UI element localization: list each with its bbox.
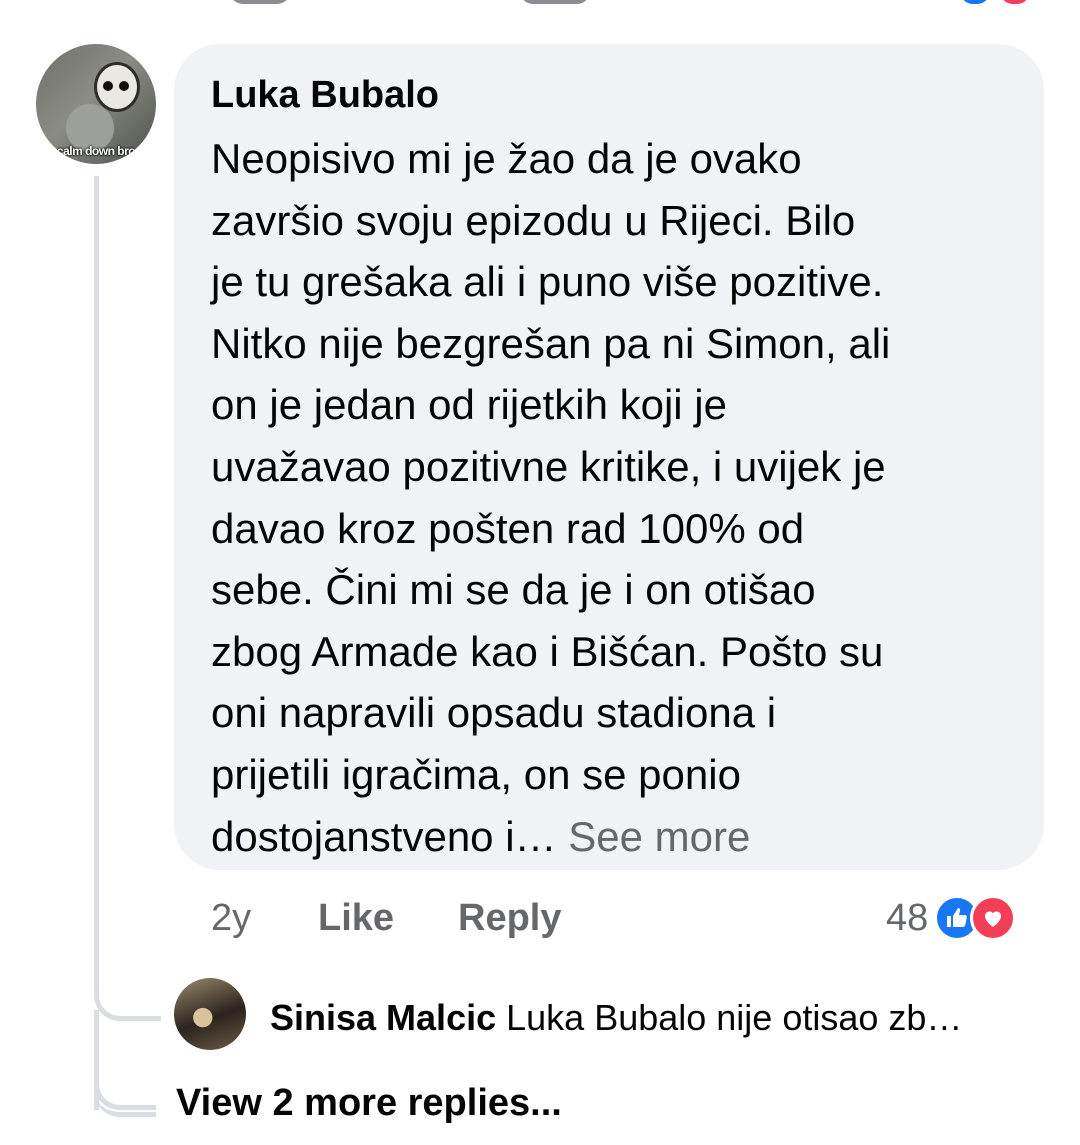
reply-preview[interactable]: Sinisa Malcic Luka Bubalo nije otisao zb… xyxy=(270,994,1060,1042)
comment-line: Nitko nije bezgrešan pa ni Simon, ali xyxy=(211,319,891,367)
comment-line: Neopisivo mi je žao da je ovako xyxy=(211,135,802,182)
comment-line: sebe. Čini mi se da je i on otišao xyxy=(211,566,816,614)
reply-author[interactable]: Sinisa Malcic xyxy=(270,997,496,1038)
view-more-replies-button[interactable]: View 2 more replies... xyxy=(176,1078,562,1128)
reaction-count: 48 xyxy=(886,897,929,939)
comment-line: dostojanstveno i… xyxy=(211,812,557,860)
reply-avatar[interactable] xyxy=(174,978,246,1050)
like-button[interactable]: Like xyxy=(318,892,394,944)
comment-line: on je jedan od rijetkih koji je xyxy=(211,381,727,429)
comment-line: zbog Armade kao i Bišćan. Pošto su xyxy=(211,627,884,675)
reply-snippet: Luka Bubalo nije otisao zb… xyxy=(506,997,963,1038)
comment-line: oni napravili opsadu stadiona i xyxy=(211,689,777,737)
comment-line: prijetili igračima, on se ponio xyxy=(211,750,741,798)
lemur-face xyxy=(94,62,140,112)
comment-author[interactable]: Luka Bubalo xyxy=(211,72,439,118)
thread-line xyxy=(94,176,161,1021)
love-icon xyxy=(970,895,1017,941)
previous-comment-edge xyxy=(0,0,1080,10)
comment-timestamp[interactable]: 2y xyxy=(211,892,251,944)
reactions-summary[interactable]: 48 xyxy=(886,890,1017,946)
comment-text: Neopisivo mi je žao da je ovako završio … xyxy=(211,128,1021,867)
thread-line-corner xyxy=(94,1060,156,1110)
reply-button[interactable]: Reply xyxy=(458,892,561,944)
comment-line: je tu grešaka ali i puno više pozitive. xyxy=(211,258,884,306)
comment-last-line: dostojanstveno i… See more xyxy=(211,806,1021,868)
avatar-caption: calm down bro xyxy=(56,144,136,158)
comment-line: uvažavao pozitivne kritike, i uvijek je xyxy=(211,442,886,490)
see-more-link[interactable]: See more xyxy=(568,813,750,860)
comment-line: završio svoju epizodu u Rijeci. Bilo xyxy=(211,196,856,244)
comment-line: davao kroz pošten rad 100% od xyxy=(211,504,805,552)
avatar[interactable]: calm down bro xyxy=(36,44,156,164)
